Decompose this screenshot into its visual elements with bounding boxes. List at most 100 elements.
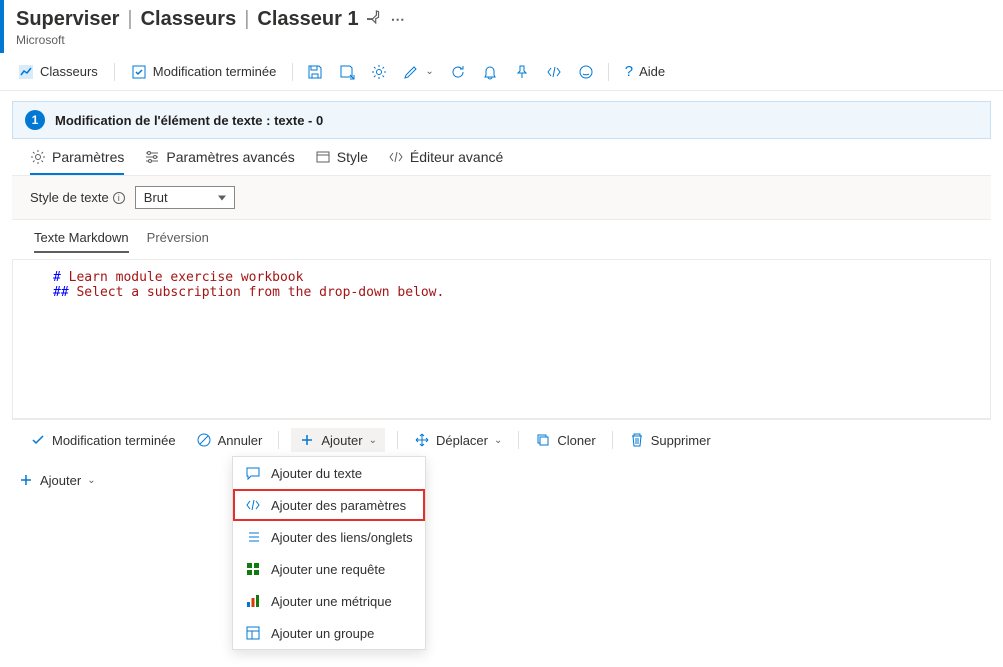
button-label: Déplacer <box>436 433 488 448</box>
clone-icon <box>535 432 551 448</box>
done-editing-button[interactable]: Modification terminée <box>26 430 180 450</box>
edit-done-icon <box>131 64 147 80</box>
move-button[interactable]: Déplacer ⌄ <box>410 430 506 450</box>
button-label: Annuler <box>218 433 263 448</box>
chevron-down-icon: ⌄ <box>494 435 502 446</box>
chevron-down-icon: ⌄ <box>425 66 433 77</box>
gear-icon <box>371 64 387 80</box>
add-group-item[interactable]: Ajouter un groupe <box>233 617 425 649</box>
pin-icon[interactable] <box>367 10 383 29</box>
header-subtitle: Microsoft <box>16 33 991 47</box>
cancel-button[interactable]: Annuler <box>192 430 267 450</box>
menu-label: Ajouter du texte <box>271 466 362 481</box>
trash-icon <box>629 432 645 448</box>
delete-button[interactable]: Supprimer <box>625 430 715 450</box>
toolbar-separator <box>608 63 609 81</box>
move-icon <box>414 432 430 448</box>
layout-icon <box>245 625 261 641</box>
code-icon <box>245 497 261 513</box>
more-icon[interactable]: ⋯ <box>391 11 405 28</box>
page-add-button[interactable]: Ajouter ⌄ <box>0 460 1003 500</box>
tab-label: Paramètres <box>52 149 124 165</box>
breadcrumb-item-2[interactable]: Classeurs <box>141 8 237 31</box>
breadcrumb: Superviser | Classeurs | Classeur 1 ⋯ <box>16 8 991 31</box>
button-label: Cloner <box>557 433 595 448</box>
edit-button[interactable]: ⌄ <box>397 60 439 84</box>
question-icon: ? <box>625 63 633 80</box>
tab-markdown-text[interactable]: Texte Markdown <box>34 230 129 253</box>
code-icon <box>388 149 404 165</box>
add-query-item[interactable]: Ajouter une requête <box>233 553 425 585</box>
add-text-item[interactable]: Ajouter du texte <box>233 457 425 489</box>
button-label: Supprimer <box>651 433 711 448</box>
footer-separator <box>612 431 613 449</box>
smile-icon <box>578 64 594 80</box>
button-label: Ajouter <box>40 473 81 488</box>
feedback-button[interactable] <box>572 60 600 84</box>
footer-separator <box>278 431 279 449</box>
footer-separator <box>518 431 519 449</box>
style-icon <box>315 149 331 165</box>
menu-label: Ajouter une requête <box>271 562 385 577</box>
edit-header-title: Modification de l'élément de texte : tex… <box>55 113 323 128</box>
tab-parameters[interactable]: Paramètres <box>30 149 124 175</box>
comment-icon <box>245 465 261 481</box>
chart-icon <box>18 64 34 80</box>
toolbar-label: Aide <box>639 64 665 79</box>
code-icon <box>546 64 562 80</box>
save-button[interactable] <box>301 60 329 84</box>
tab-label: Paramètres avancés <box>166 149 294 165</box>
save-icon <box>307 64 323 80</box>
refresh-button[interactable] <box>444 60 472 84</box>
clone-button[interactable]: Cloner <box>531 430 599 450</box>
add-links-item[interactable]: Ajouter des liens/onglets <box>233 521 425 553</box>
plus-icon <box>18 472 34 488</box>
breadcrumb-item-1[interactable]: Superviser <box>16 8 119 31</box>
info-icon[interactable]: i <box>113 192 125 204</box>
editor-tabs: Paramètres Paramètres avancés Style Édit… <box>12 139 991 176</box>
pin-button[interactable] <box>508 60 536 84</box>
help-button[interactable]: ? Aide <box>617 59 673 84</box>
add-button[interactable]: Ajouter ⌄ <box>291 428 385 452</box>
check-icon <box>30 432 46 448</box>
refresh-icon <box>450 64 466 80</box>
text-style-row: Style de texte i Brut <box>12 176 991 220</box>
text-style-label: Style de texte i <box>30 190 125 205</box>
bell-icon <box>482 64 498 80</box>
text-style-select[interactable]: Brut <box>135 186 235 209</box>
tab-advanced-editor[interactable]: Éditeur avancé <box>388 149 503 175</box>
sliders-icon <box>144 149 160 165</box>
save-as-button[interactable] <box>333 60 361 84</box>
code-button[interactable] <box>540 60 568 84</box>
done-editing-button[interactable]: Modification terminée <box>123 60 285 84</box>
tab-advanced-parameters[interactable]: Paramètres avancés <box>144 149 294 175</box>
toolbar-label: Modification terminée <box>153 64 277 79</box>
breadcrumb-item-3[interactable]: Classeur 1 <box>257 8 358 31</box>
breadcrumb-sep: | <box>127 8 132 31</box>
add-metric-item[interactable]: Ajouter une métrique <box>233 585 425 617</box>
bar-chart-icon <box>245 593 261 609</box>
cancel-icon <box>196 432 212 448</box>
button-label: Ajouter <box>321 433 362 448</box>
list-icon <box>245 529 261 545</box>
tab-style[interactable]: Style <box>315 149 368 175</box>
menu-label: Ajouter un groupe <box>271 626 374 641</box>
step-badge: 1 <box>25 110 45 130</box>
toolbar-separator <box>114 63 115 81</box>
add-parameters-item[interactable]: Ajouter des paramètres <box>233 489 425 521</box>
settings-button[interactable] <box>365 60 393 84</box>
grid-icon <box>245 561 261 577</box>
workbooks-button[interactable]: Classeurs <box>10 60 106 84</box>
pin-icon <box>514 64 530 80</box>
breadcrumb-sep: | <box>244 8 249 31</box>
markdown-editor[interactable]: # Learn module exercise workbook ## Sele… <box>12 259 991 419</box>
page-header: Superviser | Classeurs | Classeur 1 ⋯ Mi… <box>0 0 1003 53</box>
select-value: Brut <box>144 190 168 205</box>
chevron-down-icon: ⌄ <box>87 475 95 486</box>
gear-icon <box>30 149 46 165</box>
element-footer-bar: Modification terminée Annuler Ajouter ⌄ … <box>12 419 991 460</box>
notify-button[interactable] <box>476 60 504 84</box>
button-label: Modification terminée <box>52 433 176 448</box>
save-as-icon <box>339 64 355 80</box>
tab-preview[interactable]: Préversion <box>147 230 209 253</box>
